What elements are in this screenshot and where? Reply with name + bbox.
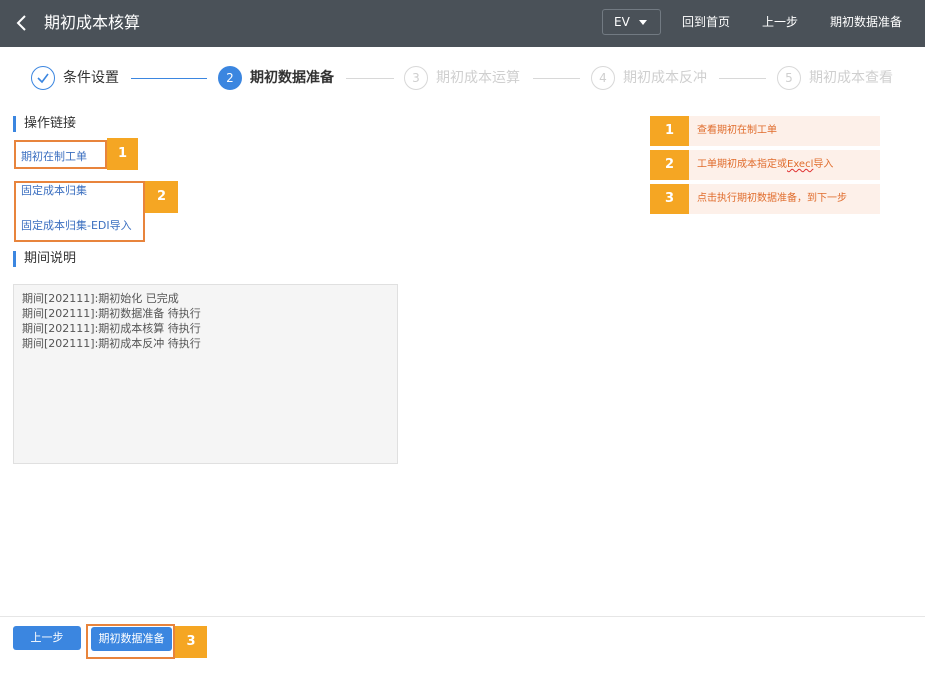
- step-connector: [719, 78, 766, 79]
- step-connector: [131, 78, 207, 79]
- footer-divider: [0, 616, 925, 617]
- top-bar: 期初成本核算 EV 回到首页 上一步 期初数据准备: [0, 0, 925, 47]
- tip-row: 3 点击执行期初数据准备，到下一步: [650, 184, 880, 214]
- prev-step-link[interactable]: 上一步: [762, 14, 798, 30]
- step-2-number: 2: [218, 66, 242, 90]
- tip-row: 2 工单期初成本指定或Execl导入: [650, 150, 880, 180]
- prev-step-button[interactable]: 上一步: [13, 626, 81, 650]
- period-line: 期间[202111]:期初始化 已完成: [22, 292, 179, 305]
- prepare-data-button[interactable]: 期初数据准备: [91, 627, 172, 651]
- wip-work-order-link[interactable]: 期初在制工单: [21, 149, 87, 164]
- period-line: 期间[202111]:期初成本反冲 待执行: [22, 337, 201, 350]
- stepper: 条件设置 2 期初数据准备 3 期初成本运算 4 期初成本反冲 5 期初成本查看: [0, 64, 925, 92]
- period-description-box[interactable]: 期间[202111]:期初始化 已完成 期间[202111]:期初数据准备 待执…: [13, 284, 398, 464]
- home-link[interactable]: 回到首页: [682, 14, 730, 30]
- step-1-label: 条件设置: [63, 70, 119, 86]
- tip-number: 3: [650, 184, 689, 214]
- ev-select-value: EV: [614, 15, 630, 29]
- step-connector: [346, 78, 394, 79]
- step-1-check-icon: [31, 66, 55, 90]
- tip-text-part: 导入: [813, 159, 834, 170]
- tip-text-spellcheck: Execl: [787, 159, 814, 170]
- fixed-cost-link[interactable]: 固定成本归集: [21, 183, 87, 198]
- step-badge-3: 3: [175, 626, 207, 658]
- tip-number: 2: [650, 150, 689, 180]
- step-3-number: 3: [404, 66, 428, 90]
- step-badge-1: 1: [107, 138, 138, 170]
- step-badge-2: 2: [145, 181, 178, 213]
- tip-text-part: 工单期初成本指定或: [697, 159, 787, 170]
- tip-row: 1 查看期初在制工单: [650, 116, 880, 146]
- step-5-number: 5: [777, 66, 801, 90]
- step-4-label: 期初成本反冲: [623, 70, 707, 86]
- period-line: 期间[202111]:期初成本核算 待执行: [22, 322, 201, 335]
- step-2-label: 期初数据准备: [250, 70, 334, 86]
- step-5-label: 期初成本查看: [809, 70, 893, 86]
- back-arrow-icon[interactable]: [12, 10, 34, 36]
- tip-number: 1: [650, 116, 689, 146]
- tip-text: 查看期初在制工单: [689, 116, 880, 146]
- ev-select[interactable]: EV: [602, 9, 661, 35]
- period-line: 期间[202111]:期初数据准备 待执行: [22, 307, 201, 320]
- prepare-data-link[interactable]: 期初数据准备: [830, 14, 902, 30]
- period-section-title: 期间说明: [13, 251, 76, 267]
- tip-text: 工单期初成本指定或Execl导入: [689, 150, 880, 180]
- step-4-number: 4: [591, 66, 615, 90]
- caret-down-icon: [639, 20, 647, 25]
- step-connector: [533, 78, 580, 79]
- operations-section-title: 操作链接: [13, 116, 76, 132]
- tip-text: 点击执行期初数据准备，到下一步: [689, 184, 880, 214]
- step-3-label: 期初成本运算: [436, 70, 520, 86]
- app-title: 期初成本核算: [44, 13, 141, 32]
- fixed-cost-edi-import-link[interactable]: 固定成本归集-EDI导入: [21, 218, 132, 233]
